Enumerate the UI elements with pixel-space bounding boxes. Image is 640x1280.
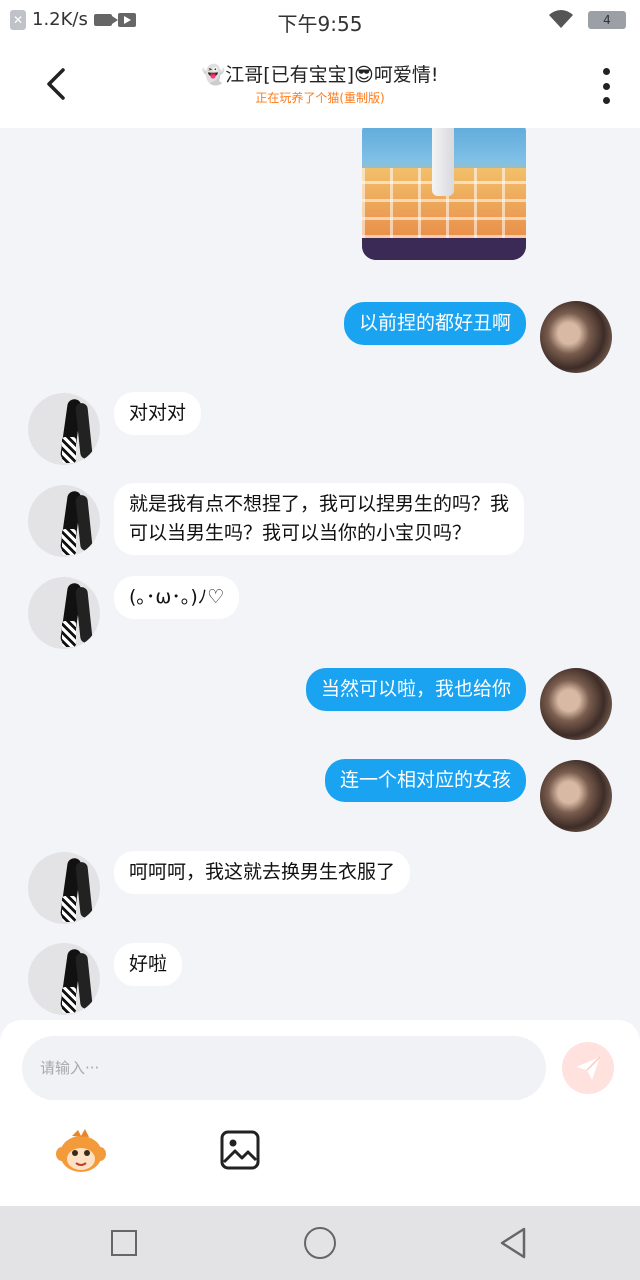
home-icon[interactable] <box>304 1227 336 1259</box>
message-input-container <box>22 1036 546 1100</box>
message-bubble-incoming[interactable]: 好啦 <box>114 943 183 986</box>
image-icon <box>220 1130 260 1170</box>
message-line: 可以当男生吗？我可以当你的小宝贝吗？ <box>129 522 472 544</box>
message-bubble-incoming[interactable]: 就是我有点不想捏了，我可以捏男生的吗？我 可以当男生吗？我可以当你的小宝贝吗？ <box>114 483 525 555</box>
back-arrow-icon <box>47 68 65 100</box>
chat-header: 👻江哥[已有宝宝]😎呵爱情! 正在玩养了个猫(重制版) <box>0 40 640 128</box>
friend-avatar[interactable] <box>28 852 100 924</box>
input-panel <box>0 1020 640 1206</box>
friend-avatar[interactable] <box>28 485 100 557</box>
message-list[interactable]: 以前捏的都好丑啊 对对对 就是我有点不想捏了，我可以捏男生的吗？我 可以当男生吗… <box>0 128 640 1020</box>
back-button[interactable] <box>38 64 74 104</box>
message-bubble-incoming[interactable]: 对对对 <box>114 392 202 435</box>
emoji-button[interactable] <box>54 1128 108 1174</box>
send-icon <box>576 1056 601 1080</box>
my-avatar[interactable] <box>540 760 612 832</box>
status-bar: ✕ 1.2K/s 下午9:55 4 <box>0 0 640 40</box>
my-avatar[interactable] <box>540 301 612 373</box>
monkey-emoji-icon <box>56 1129 106 1172</box>
message-bubble-incoming[interactable]: (｡･ω･｡)ﾉ♡ <box>114 576 240 619</box>
chat-subtitle: 正在玩养了个猫(重制版) <box>255 91 385 105</box>
more-vertical-icon <box>602 68 610 75</box>
chat-title: 👻江哥[已有宝宝]😎呵爱情! <box>201 64 439 86</box>
my-avatar[interactable] <box>540 668 612 740</box>
message-input[interactable] <box>22 1036 546 1100</box>
message-line: 就是我有点不想捏了，我可以捏男生的吗？我 <box>129 493 510 515</box>
image-button[interactable] <box>220 1130 260 1170</box>
friend-avatar[interactable] <box>28 577 100 649</box>
system-nav-bar <box>0 1206 640 1280</box>
recent-apps-icon[interactable] <box>111 1230 137 1256</box>
battery-level: 4 <box>603 13 611 27</box>
image-message[interactable] <box>362 128 526 260</box>
status-time: 下午9:55 <box>277 12 363 36</box>
battery-icon: 4 <box>588 11 626 29</box>
message-bubble-incoming[interactable]: 呵呵呵，我这就去换男生衣服了 <box>114 851 411 894</box>
message-bubble-outgoing[interactable]: 连一个相对应的女孩 <box>324 759 526 802</box>
status-right: 4 <box>548 10 626 30</box>
wifi-icon <box>549 10 573 28</box>
message-bubble-outgoing[interactable]: 以前捏的都好丑啊 <box>343 302 526 345</box>
more-options-button[interactable] <box>598 68 614 104</box>
send-button[interactable] <box>562 1042 614 1094</box>
message-bubble-outgoing[interactable]: 当然可以啦，我也给你 <box>305 668 526 711</box>
back-icon[interactable] <box>498 1226 528 1260</box>
friend-avatar[interactable] <box>28 943 100 1015</box>
friend-avatar[interactable] <box>28 393 100 465</box>
